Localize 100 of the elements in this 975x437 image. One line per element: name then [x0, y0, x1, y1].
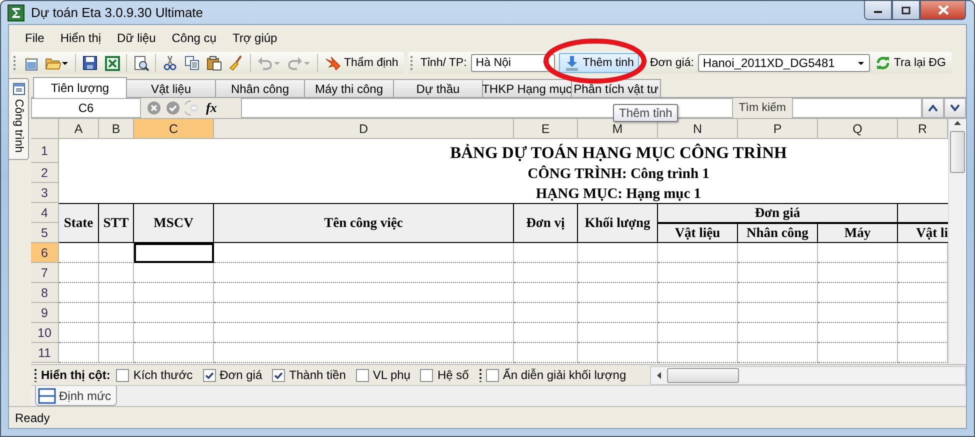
- column-heading: State: [59, 203, 99, 243]
- cancel-icon[interactable]: [147, 101, 161, 115]
- row-header[interactable]: 3: [31, 183, 59, 203]
- row-header[interactable]: 10: [31, 323, 59, 343]
- column-header[interactable]: N: [658, 119, 738, 139]
- column-header[interactable]: Q: [818, 119, 898, 139]
- redo-icon: [287, 54, 303, 70]
- table-cell: [99, 323, 134, 343]
- checkbox-label[interactable]: Hệ số: [437, 368, 469, 382]
- flame-arrow-icon: [325, 54, 341, 70]
- table-cell: [59, 303, 99, 323]
- row-header[interactable]: 6: [31, 243, 59, 263]
- horizontal-scrollbar[interactable]: [650, 366, 966, 384]
- undo-icon: [257, 54, 273, 70]
- app-icon: [7, 4, 25, 22]
- reload-price-button[interactable]: Tra lại ĐG: [872, 52, 949, 72]
- row-header[interactable]: 4: [31, 203, 59, 223]
- subtitle: CÔNG TRÌNH: Công trình 1: [528, 164, 710, 184]
- checkbox-label[interactable]: Thành tiền: [289, 368, 346, 382]
- caret-icon: [303, 60, 311, 66]
- checkbox[interactable]: [420, 368, 434, 382]
- column-heading: Máy: [818, 223, 898, 243]
- checkbox[interactable]: [486, 368, 499, 382]
- check-icon[interactable]: [166, 101, 180, 115]
- caret-icon: [273, 60, 281, 66]
- sheet-tab[interactable]: Tiên lượng: [33, 77, 127, 98]
- row-header[interactable]: 7: [31, 263, 59, 283]
- sheet-tab[interactable]: THKP Hạng mục: [482, 79, 572, 97]
- row-header[interactable]: 9: [31, 303, 59, 323]
- checkbox-label[interactable]: Đơn giá: [220, 368, 262, 382]
- status-text: Ready: [15, 410, 50, 424]
- sheet-tab[interactable]: Định mức: [35, 386, 118, 406]
- menu-item[interactable]: File: [17, 29, 52, 47]
- column-header[interactable]: D: [214, 119, 514, 139]
- close-button[interactable]: [920, 1, 966, 20]
- print-preview-icon: [133, 54, 149, 70]
- vertical-scrollbar[interactable]: [948, 119, 965, 364]
- checkbox[interactable]: [272, 368, 286, 382]
- menu-item[interactable]: Trợ giúp: [224, 29, 286, 47]
- scroll-thumb[interactable]: [950, 131, 964, 173]
- add-province-button[interactable]: Thêm tinh: [558, 52, 639, 72]
- row-header[interactable]: 8: [31, 283, 59, 303]
- search-field[interactable]: [792, 98, 922, 118]
- checkbox-label[interactable]: Kích thước: [133, 368, 193, 382]
- minus-icon[interactable]: [185, 100, 201, 116]
- row-header[interactable]: 5: [31, 223, 59, 243]
- show-columns-label: Hiển thị cột:: [41, 368, 110, 382]
- menu-item[interactable]: Công cụ: [164, 29, 224, 47]
- panel-icon: [12, 82, 26, 96]
- sheet-tab[interactable]: Dự thầu: [393, 79, 483, 97]
- column-header[interactable]: E: [514, 119, 578, 139]
- column-heading: Nhân công: [738, 223, 818, 243]
- column-header[interactable]: P: [738, 119, 818, 139]
- checkbox-label[interactable]: VL phụ: [372, 368, 410, 382]
- cell-name-box[interactable]: C6: [31, 98, 141, 118]
- active-cell[interactable]: [134, 243, 214, 263]
- menu-item[interactable]: Hiển thị: [52, 29, 110, 47]
- table-cell: [99, 303, 134, 323]
- checkbox[interactable]: [202, 368, 216, 382]
- column-header[interactable]: M: [578, 119, 658, 139]
- column-header[interactable]: C: [134, 119, 214, 139]
- tooltip: Thêm tỉnh: [613, 104, 678, 122]
- province-dropdown[interactable]: Hà Nội: [470, 54, 555, 72]
- next-button[interactable]: [944, 98, 966, 118]
- checkbox-label[interactable]: Ẩn diễn giải khối lượng: [502, 368, 626, 382]
- scroll-thumb[interactable]: [667, 368, 740, 382]
- formula-input[interactable]: [241, 98, 733, 118]
- column-header[interactable]: B: [99, 119, 134, 139]
- column-heading: Vật li: [898, 223, 948, 243]
- refresh-icon: [874, 54, 891, 70]
- scroll-left-icon: [655, 370, 664, 380]
- table-cell: [514, 263, 578, 283]
- subtitle: HẠNG MỤC: Hạng mục 1: [536, 185, 702, 204]
- minimize-button[interactable]: [864, 1, 892, 20]
- table-cell: [99, 283, 134, 303]
- sheet-tab[interactable]: Máy thi công: [304, 79, 394, 97]
- row-header[interactable]: 2: [31, 163, 59, 183]
- chevron-up-icon: [928, 104, 938, 112]
- sheet-title: BẢNG DỰ TOÁN HẠNG MỤC CÔNG TRÌNH: [450, 142, 787, 164]
- new-document-icon: [23, 54, 39, 70]
- previous-button[interactable]: [922, 98, 944, 118]
- download-icon: [564, 54, 580, 70]
- row-header[interactable]: 11: [31, 343, 59, 363]
- column-header[interactable]: A: [59, 119, 99, 139]
- column-header[interactable]: R: [898, 119, 948, 139]
- row-header[interactable]: 1: [31, 139, 59, 163]
- chevron-down-icon: [950, 104, 960, 112]
- menu-item[interactable]: Dữ liệu: [109, 29, 164, 47]
- maximize-button[interactable]: [892, 1, 920, 20]
- caret-icon: [61, 60, 69, 66]
- table-cell: [59, 323, 99, 343]
- review-button[interactable]: Thẩm định: [322, 52, 402, 72]
- checkbox[interactable]: [356, 368, 369, 382]
- side-panel-tab[interactable]: Công trình: [9, 78, 29, 160]
- sheet-tab[interactable]: Vật liệu: [126, 79, 216, 97]
- checkbox[interactable]: [116, 368, 130, 382]
- price-set-dropdown[interactable]: Hanoi_2011XD_DG5481: [698, 54, 870, 72]
- sheet-tab[interactable]: Nhân công: [215, 79, 305, 97]
- function-button[interactable]: fx: [206, 100, 217, 116]
- table-cell: [514, 283, 578, 303]
